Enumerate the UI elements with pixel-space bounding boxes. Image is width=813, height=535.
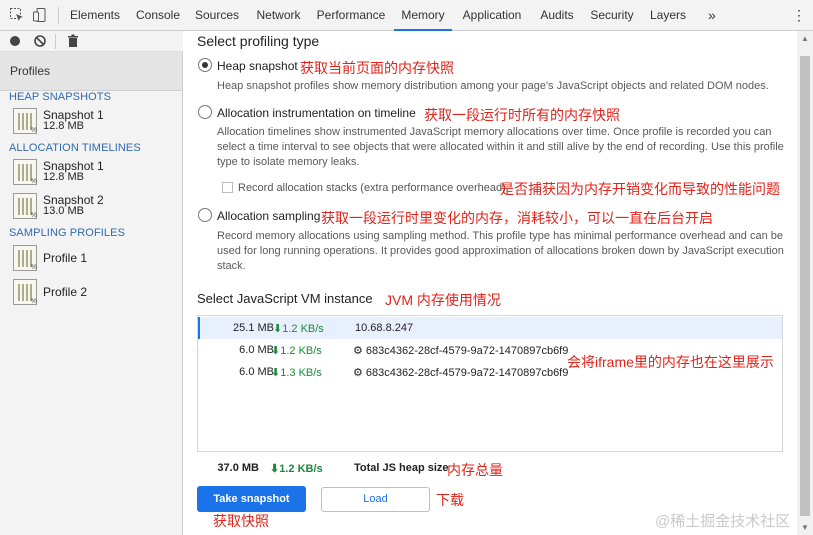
annotation-total: 内存总量 [447, 462, 503, 478]
annotation-allocation-timeline: 获取一段运行时所有的内存快照 [424, 107, 620, 123]
radio-allocation-sampling[interactable] [198, 208, 212, 222]
toolbar-divider [55, 34, 56, 49]
group-title-heap-snapshots: HEAP SNAPSHOTS [9, 91, 112, 103]
kebab-menu-icon[interactable]: ⋮ [792, 0, 806, 31]
toolbar-divider [58, 7, 59, 24]
snapshot-file-icon: % [13, 193, 37, 219]
option-label-heap-snapshot: Heap snapshot [217, 59, 298, 73]
load-button[interactable]: Load [321, 487, 430, 512]
tab-performance[interactable]: Performance [314, 0, 388, 31]
record-stacks-checkbox[interactable] [222, 182, 233, 193]
vm-name: ⚙ 683c4362-28cf-4579-9a72-1470897cb6f9 [353, 367, 569, 379]
record-icon[interactable] [8, 34, 22, 48]
profiles-header-label: Profiles [10, 64, 51, 78]
trash-icon[interactable] [66, 34, 80, 48]
watermark: @稀土掘金技术社区 [655, 513, 791, 530]
profile-size: 13.0 MB [43, 205, 84, 217]
tab-elements[interactable]: Elements [66, 0, 124, 31]
description-heap-snapshot: Heap snapshot profiles show memory distr… [217, 80, 769, 92]
scroll-thumb[interactable] [800, 56, 810, 516]
vm-name: 10.68.8.247 [355, 322, 414, 334]
vm-instance-list: 25.1 MB ⬇1.2 KB/s 10.68.8.247 6.0 MB ⬇1.… [197, 315, 783, 452]
tab-memory[interactable]: Memory [394, 0, 452, 31]
tab-security[interactable]: Security [586, 0, 638, 31]
profile-file-icon: % [13, 245, 37, 271]
inspect-icon[interactable] [9, 7, 25, 23]
profile-name: Profile 1 [43, 251, 88, 265]
profiles-sidebar: Profiles HEAP SNAPSHOTS % Snapshot 1 12.… [0, 52, 183, 535]
tab-console[interactable]: Console [131, 0, 185, 31]
radio-allocation-timeline[interactable] [198, 105, 212, 119]
annotation-take-snapshot: 获取快照 [213, 513, 269, 529]
tab-audits[interactable]: Audits [535, 0, 579, 31]
profile-type-panel: Select profiling type Heap snapshot 获取当前… [183, 31, 796, 535]
tab-layers[interactable]: Layers [646, 0, 690, 31]
vm-rate: ⬇1.2 KB/s [271, 345, 322, 357]
group-title-sampling-profiles: SAMPLING PROFILES [9, 227, 126, 239]
profiles-header: Profiles [0, 52, 182, 91]
sidebar-item-sampling-profile-2[interactable]: % Profile 2 [13, 277, 178, 307]
clear-icon[interactable] [33, 34, 47, 48]
vm-section-title: Select JavaScript VM instance [197, 291, 373, 306]
vm-size: 6.0 MB [239, 344, 274, 356]
total-heap-label: Total JS heap size [354, 462, 449, 474]
vm-name: ⚙ 683c4362-28cf-4579-9a72-1470897cb6f9 [353, 345, 569, 357]
total-heap-size: 37.0 MB [217, 462, 259, 474]
record-stacks-label: Record allocation stacks (extra performa… [238, 182, 506, 194]
profile-size: 12.8 MB [43, 120, 84, 132]
vm-rate: ⬇1.3 KB/s [271, 367, 322, 379]
tab-network[interactable]: Network [250, 0, 307, 31]
more-tabs-button[interactable]: » [708, 0, 716, 31]
annotation-vm: JVM 内存使用情况 [385, 292, 501, 308]
scroll-up-icon[interactable]: ▲ [801, 34, 809, 43]
snapshot-file-icon: % [13, 159, 37, 185]
panel-title: Select profiling type [197, 33, 320, 49]
annotation-heap-snapshot: 获取当前页面的内存快照 [300, 60, 454, 76]
profile-size: 12.8 MB [43, 171, 84, 183]
option-label-allocation-sampling: Allocation sampling [217, 209, 321, 223]
sidebar-item-allocation-snapshot-2[interactable]: % Snapshot 2 13.0 MB [13, 191, 178, 221]
tab-application[interactable]: Application [457, 0, 527, 31]
snapshot-file-icon: % [13, 108, 37, 134]
tab-sources[interactable]: Sources [191, 0, 243, 31]
sidebar-item-heap-snapshot-1[interactable]: % Snapshot 1 12.8 MB [13, 106, 178, 136]
take-snapshot-button[interactable]: Take snapshot [197, 486, 306, 512]
scroll-down-icon[interactable]: ▼ [801, 523, 809, 532]
annotation-record-stacks: 是否捕获因为内存开销变化而导致的性能问题 [500, 181, 780, 197]
sidebar-item-sampling-profile-1[interactable]: % Profile 1 [13, 243, 178, 273]
annotation-iframe-rows: 会将iframe里的内存也在这里展示 [567, 354, 774, 370]
devtools-tab-bar: Elements Console Sources Network Perform… [0, 0, 813, 31]
vm-size: 6.0 MB [239, 366, 274, 378]
radio-heap-snapshot[interactable] [198, 58, 212, 72]
profile-name: Profile 2 [43, 285, 88, 299]
option-label-allocation-timeline: Allocation instrumentation on timeline [217, 106, 416, 120]
profiles-toolbar [0, 31, 183, 52]
vm-size: 25.1 MB [233, 322, 274, 334]
sidebar-item-allocation-snapshot-1[interactable]: % Snapshot 1 12.8 MB [13, 157, 178, 187]
annotation-load: 下载 [436, 492, 464, 508]
main-scrollbar[interactable]: ▲ ▼ [797, 31, 813, 535]
description-allocation-timeline: Allocation timelines show instrumented J… [217, 126, 784, 168]
description-allocation-sampling: Record memory allocations using sampling… [217, 230, 784, 272]
total-heap-rate: ⬇1.2 KB/s [270, 463, 323, 475]
profile-file-icon: % [13, 279, 37, 305]
annotation-allocation-sampling: 获取一段运行时里变化的内存，消耗较小，可以一直在后台开启 [321, 210, 713, 226]
group-title-allocation-timelines: ALLOCATION TIMELINES [9, 142, 141, 154]
vm-row-main[interactable]: 25.1 MB ⬇1.2 KB/s 10.68.8.247 [198, 317, 782, 339]
vm-rate: ⬇1.2 KB/s [273, 323, 324, 335]
device-toggle-icon[interactable] [32, 7, 48, 23]
